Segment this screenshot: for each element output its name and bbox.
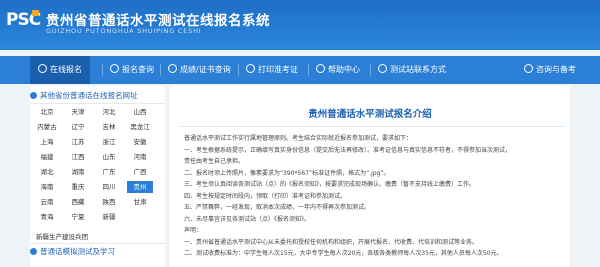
province-link[interactable]: 重庆 bbox=[65, 181, 91, 193]
title-divider bbox=[180, 126, 565, 127]
help-icon bbox=[316, 64, 325, 73]
province-link[interactable]: 湖北 bbox=[34, 166, 60, 178]
other-provinces-heading: 其他省份普通话在线报名网址 bbox=[30, 90, 165, 102]
nav-consult[interactable]: 咨询与备考 bbox=[524, 56, 576, 84]
nav-label: 报名查询 bbox=[122, 65, 154, 74]
province-link[interactable]: 福建 bbox=[34, 151, 60, 163]
nav-contact-stations[interactable]: 测试站联系方式 bbox=[378, 56, 446, 84]
site-subtitle: GUIZHOU PUTONGHUA SHUIPING CESHI bbox=[46, 27, 202, 35]
nav-divider bbox=[370, 64, 371, 76]
heading-label: 普通话模拟测试及学习 bbox=[40, 247, 115, 256]
province-link[interactable]: 江苏 bbox=[65, 136, 91, 148]
intro-line: 一、贵州省普通话水平测试中心从未委托和授权任何机构和组织，开展代报名、代收费、代… bbox=[184, 238, 479, 246]
certificate-icon bbox=[168, 64, 177, 73]
bullet-icon bbox=[30, 248, 37, 255]
registration-icon bbox=[38, 64, 47, 73]
chat-icon bbox=[524, 64, 533, 73]
province-link[interactable]: 贵州 bbox=[127, 181, 153, 193]
bingtuan-link[interactable]: 新疆生产建设兵团 bbox=[36, 231, 88, 241]
province-link[interactable]: 内蒙古 bbox=[34, 121, 60, 133]
province-link[interactable]: 黑龙江 bbox=[127, 121, 153, 133]
province-link[interactable]: 上海 bbox=[34, 136, 60, 148]
logo-accent-mark bbox=[32, 10, 39, 16]
nav-registration-query[interactable]: 报名查询 bbox=[110, 56, 154, 84]
nav-divider bbox=[102, 64, 103, 76]
intro-line: 二、报名时须上传照片，像素要求为“390*567”标准证件照，格式为“.jpg”… bbox=[184, 169, 390, 177]
province-link[interactable]: 陕西 bbox=[96, 196, 122, 208]
nav-label: 在线报名 bbox=[50, 65, 82, 74]
province-link[interactable]: 宁夏 bbox=[65, 211, 91, 223]
province-link[interactable]: 广西 bbox=[127, 166, 153, 178]
nav-label: 测试站联系方式 bbox=[390, 65, 446, 74]
nav-divider bbox=[308, 64, 309, 76]
intro-line: 六、未尽事宜详见各测试站（点）《报名须知》。 bbox=[184, 215, 311, 223]
intro-line: 声明： bbox=[184, 227, 203, 234]
sidebar: 其他省份普通话在线报名网址 北京 天津 河北 山西内蒙古 辽宁 吉林 黑龙江上海 江苏 浙江 安徽… bbox=[30, 86, 165, 267]
intro-line: 二、测试收费标准为：中学生每人次15元，大中专学生每人次20元，各级各类教师每人… bbox=[184, 250, 503, 257]
intro-line: 四、考生按规定时间段内，领取（打印）准考证和参加测试。 bbox=[184, 192, 347, 200]
print-icon bbox=[246, 64, 255, 73]
intro-line: 三、考生须认真阅读各测试站（点）的《报名须知》，按要求完成现场确认、缴费（暂不支… bbox=[184, 181, 476, 188]
page-title: 贵州普通话水平测试报名介绍 bbox=[308, 109, 432, 120]
query-icon bbox=[110, 64, 119, 73]
province-link[interactable]: 江西 bbox=[65, 151, 91, 163]
province-link[interactable]: 辽宁 bbox=[65, 121, 91, 133]
province-link[interactable]: 甘肃 bbox=[127, 196, 153, 208]
nav-label: 帮助中心 bbox=[328, 65, 360, 74]
province-link[interactable]: 新疆 bbox=[96, 211, 122, 223]
province-link[interactable]: 浙江 bbox=[96, 136, 122, 148]
practice-heading[interactable]: 普通话模拟测试及学习 bbox=[30, 246, 165, 258]
nav-divider bbox=[238, 64, 239, 76]
province-link[interactable]: 河南 bbox=[127, 151, 153, 163]
province-link[interactable]: 山西 bbox=[127, 106, 153, 118]
heading-label: 其他省份普通话在线报名网址 bbox=[40, 91, 138, 100]
intro-line: 五、严禁舞弊，一经发现，取消本次成绩，一年内不得再次参加测试。 bbox=[184, 204, 371, 211]
province-link[interactable]: 海南 bbox=[34, 181, 60, 193]
intro-line: 一、考生根据系统提示，正确填写真实身份信息（提交后无法再修改）。准考证信息与真实… bbox=[184, 146, 512, 154]
main-content: 贵州普通话水平测试报名介绍 普通话水平测试工作实行属地管理原则。考生结合实际就近… bbox=[170, 86, 570, 267]
province-link[interactable]: 安徽 bbox=[127, 136, 153, 148]
site-title: 贵州省普通话水平测试在线报名系统 bbox=[46, 13, 270, 29]
divider bbox=[30, 103, 165, 104]
nav-help-center[interactable]: 帮助中心 bbox=[316, 56, 360, 84]
province-link[interactable]: 西藏 bbox=[65, 196, 91, 208]
province-link[interactable]: 河北 bbox=[96, 106, 122, 118]
province-link[interactable]: 北京 bbox=[34, 106, 60, 118]
intro-line: 普通话水平测试工作实行属地管理原则。考生结合实际就近报名参加测试，要求如下： bbox=[184, 135, 413, 142]
nav-label: 成绩/证书查询 bbox=[180, 65, 231, 74]
contact-icon bbox=[378, 64, 387, 73]
province-link[interactable]: 云南 bbox=[34, 196, 60, 208]
province-link[interactable]: 天津 bbox=[65, 106, 91, 118]
nav-online-registration[interactable]: 在线报名 bbox=[30, 56, 90, 84]
nav-print-ticket[interactable]: 打印准考证 bbox=[246, 56, 298, 84]
nav-score-query[interactable]: 成绩/证书查询 bbox=[168, 56, 231, 84]
nav-label: 打印准考证 bbox=[258, 65, 298, 74]
site-header: PSC 贵州省普通话水平测试在线报名系统 GUIZHOU PUTONGHUA S… bbox=[0, 0, 600, 50]
main-nav: 在线报名 报名查询 成绩/证书查询 打印准考证 帮助中心 测试站联系方式 咨询与… bbox=[0, 56, 600, 84]
psc-logo[interactable]: PSC bbox=[6, 9, 42, 35]
intro-line: 责任由考生自己承担。 bbox=[184, 158, 245, 165]
province-link[interactable]: 吉林 bbox=[96, 121, 122, 133]
province-link[interactable]: 四川 bbox=[96, 181, 122, 193]
nav-label: 咨询与备考 bbox=[536, 65, 576, 74]
province-link[interactable]: 青海 bbox=[34, 211, 60, 223]
nav-divider bbox=[160, 64, 161, 76]
bullet-icon bbox=[30, 92, 37, 99]
divider bbox=[30, 243, 165, 244]
province-link[interactable]: 广东 bbox=[96, 166, 122, 178]
province-link[interactable]: 山东 bbox=[96, 151, 122, 163]
province-link[interactable]: 湖南 bbox=[65, 166, 91, 178]
